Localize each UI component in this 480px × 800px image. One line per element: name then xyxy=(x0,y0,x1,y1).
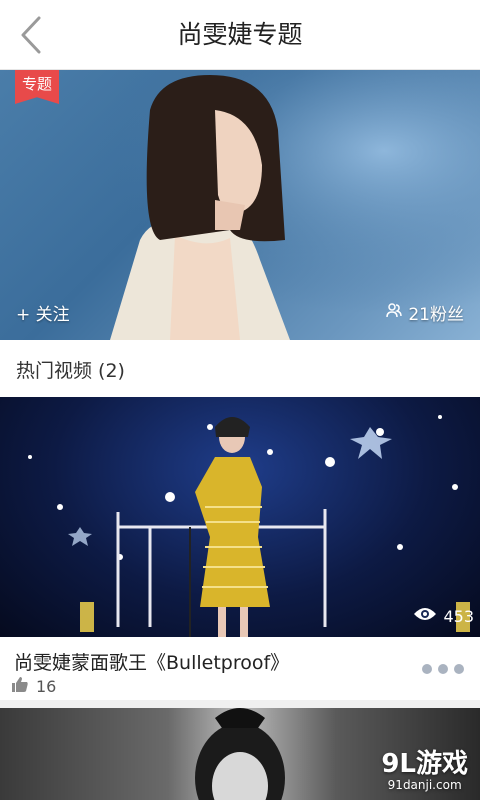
fans-icon xyxy=(386,302,403,323)
eye-icon xyxy=(413,606,437,626)
more-options-icon[interactable] xyxy=(422,664,464,674)
top-bar: 尚雯婕专题 xyxy=(0,0,480,70)
video-title[interactable]: 尚雯婕蒙面歌王《Bulletproof》 xyxy=(14,648,289,675)
page-title: 尚雯婕专题 xyxy=(177,20,303,49)
watermark-logo: 9L游戏 91danji.com xyxy=(381,750,468,792)
watermark-sub: 91danji.com xyxy=(387,778,462,792)
divider xyxy=(0,700,480,708)
fans-count[interactable]: 21粉丝 xyxy=(386,300,464,325)
follow-button[interactable]: + 关注 xyxy=(16,300,70,325)
hot-videos-heading: 热门视频 (2) xyxy=(16,360,125,382)
stage-performance-illustration xyxy=(28,415,470,637)
view-count-value: 453 xyxy=(443,606,474,626)
like-count-value: 16 xyxy=(36,676,57,696)
like-count[interactable]: 16 xyxy=(12,676,56,696)
thumbs-up-icon xyxy=(12,676,28,696)
fans-count-label: 21粉丝 xyxy=(408,305,464,325)
video-thumbnail[interactable] xyxy=(0,397,480,637)
watermark-main: 9L游戏 xyxy=(381,749,468,779)
view-count: 453 xyxy=(413,606,474,626)
